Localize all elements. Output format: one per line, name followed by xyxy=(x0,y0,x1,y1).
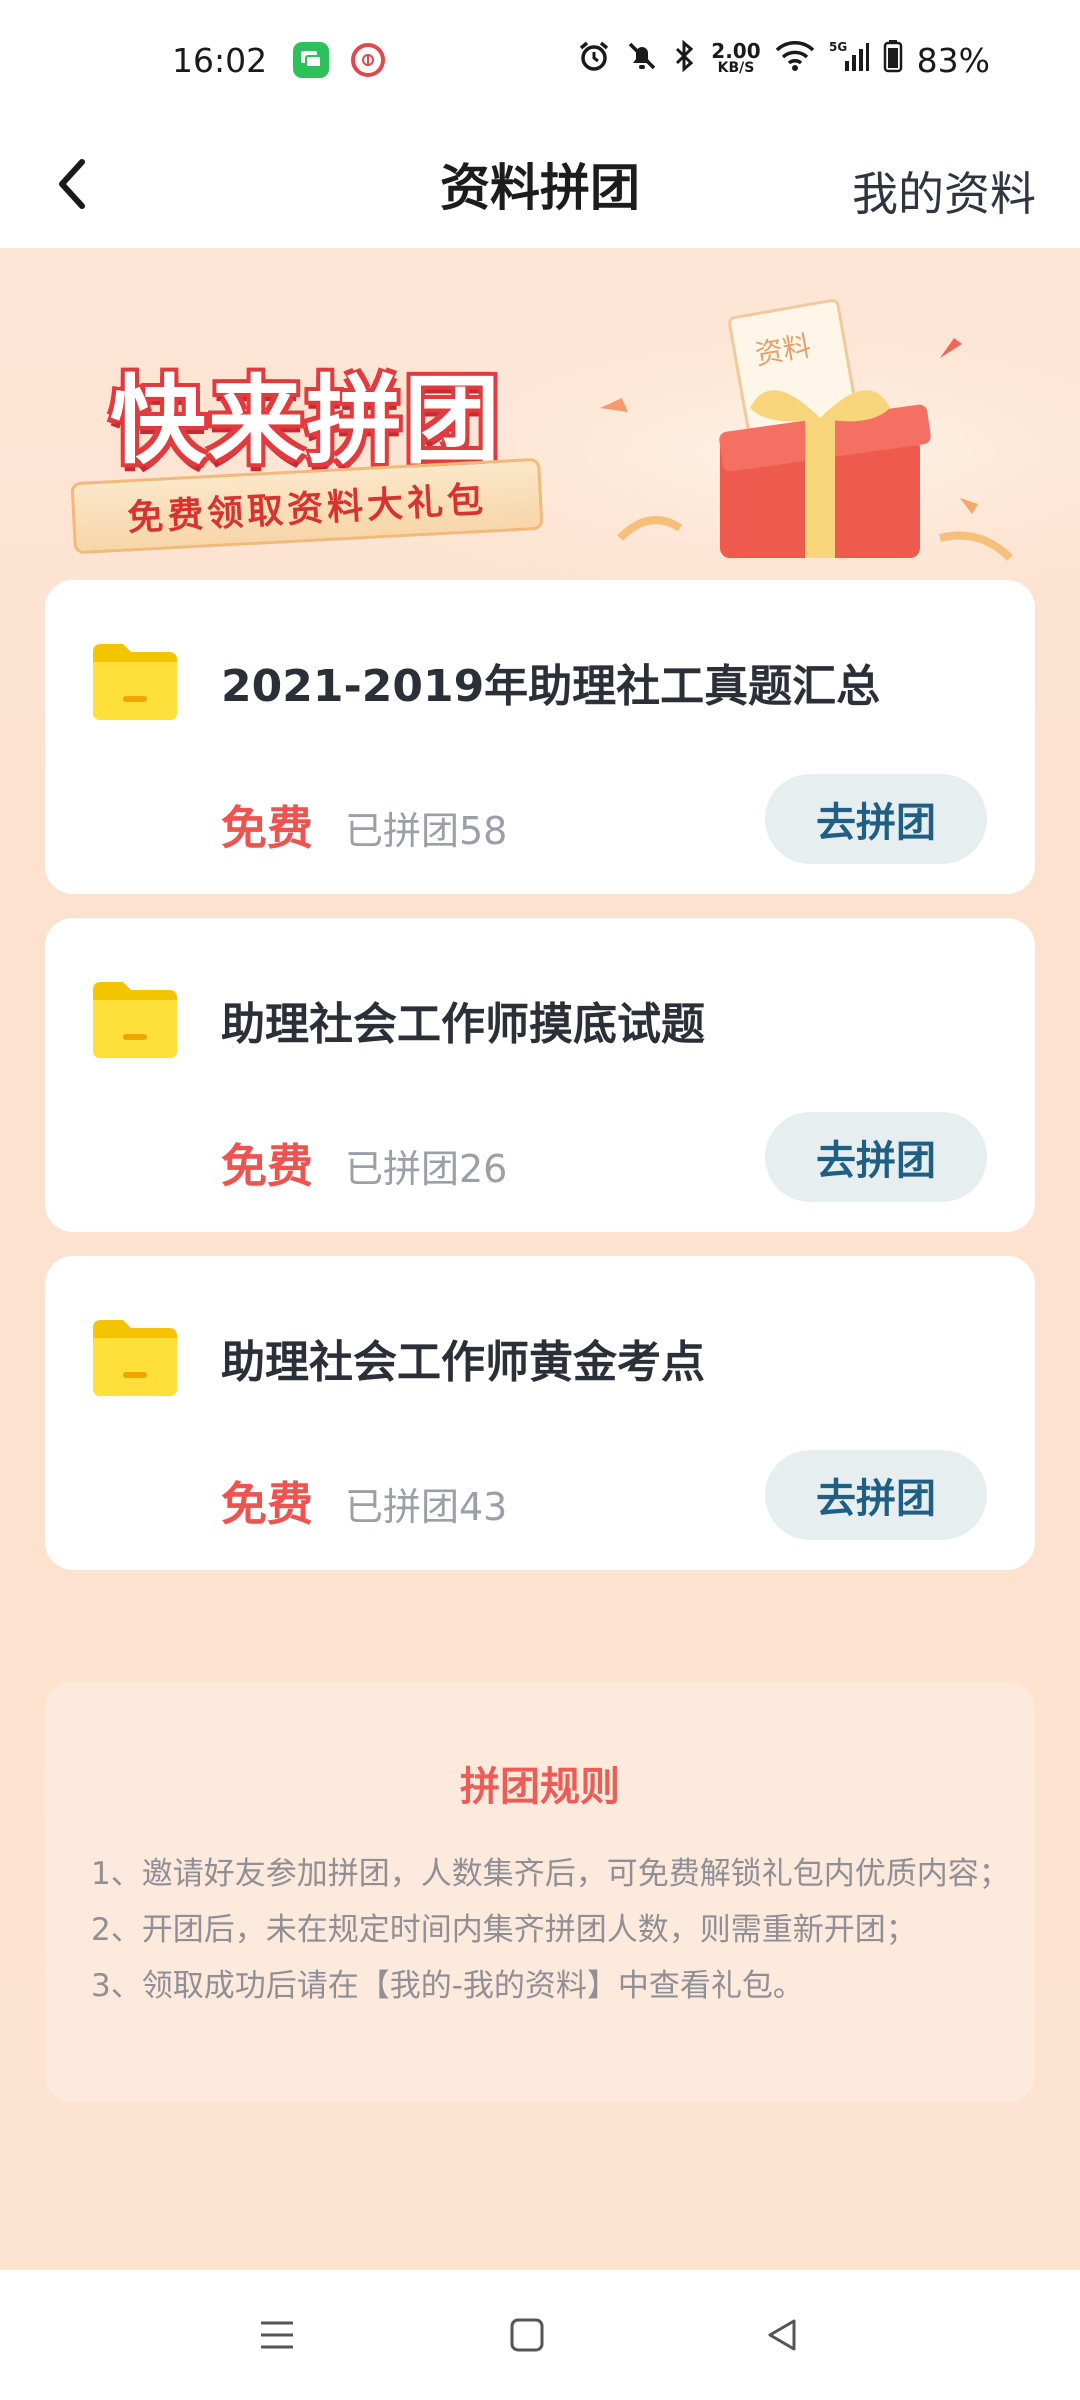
wifi-icon xyxy=(775,40,815,80)
chevron-left-icon xyxy=(59,159,85,209)
net-speed: 2.00 KB/S xyxy=(711,39,761,77)
folder-icon xyxy=(93,1320,177,1396)
bluetooth-icon xyxy=(673,39,697,81)
status-time: 16:02 xyxy=(172,40,268,80)
rule-item: 2、开团后，未在规定时间内集齐拼团人数，则需重新开团； xyxy=(91,1912,917,1948)
back-button[interactable] xyxy=(36,148,108,220)
card-title: 助理社会工作师摸底试题 xyxy=(221,999,705,1050)
signal-5g-icon: 5G xyxy=(829,39,869,81)
price-label: 免费 xyxy=(221,1477,313,1531)
seal-app-icon xyxy=(351,43,386,77)
rules-panel: 拼团规则 1、邀请好友参加拼团，人数集齐后，可免费解锁礼包内优质内容； 2、开团… xyxy=(45,1682,1035,2102)
rules-list: 1、邀请好友参加拼团，人数集齐后，可免费解锁礼包内优质内容； 2、开团后，未在规… xyxy=(91,1852,1011,2020)
card-title: 助理社会工作师黄金考点 xyxy=(221,1337,705,1388)
card-title: 2021-2019年助理社工真题汇总 xyxy=(221,661,881,712)
svg-text:5G: 5G xyxy=(829,40,847,54)
square-icon xyxy=(510,2318,544,2352)
menu-icon xyxy=(261,2321,293,2349)
material-card[interactable]: 2021-2019年助理社工真题汇总 免费 已拼团58 去拼团 xyxy=(45,580,1035,894)
battery-percent: 83% xyxy=(916,40,990,80)
rule-item: 1、邀请好友参加拼团，人数集齐后，可免费解锁礼包内优质内容； xyxy=(91,1856,1010,1892)
material-card[interactable]: 助理社会工作师摸底试题 免费 已拼团26 去拼团 xyxy=(45,918,1035,1232)
promo-banner: 资料 快来拼团 免费领取资料大礼包 xyxy=(0,248,1080,588)
status-icons: 2.00 KB/S 5G 83% xyxy=(577,39,990,81)
page-title: 资料拼团 xyxy=(440,159,640,217)
join-group-button[interactable]: 去拼团 xyxy=(765,1450,987,1540)
group-count: 已拼团43 xyxy=(345,1485,508,1529)
rules-title: 拼团规则 xyxy=(460,1764,620,1810)
battery-icon xyxy=(883,39,903,81)
net-speed-unit: KB/S xyxy=(717,60,755,76)
message-app-icon xyxy=(293,42,330,78)
home-button[interactable] xyxy=(500,2308,554,2362)
price-label: 免费 xyxy=(221,801,313,855)
system-nav-bar xyxy=(0,2270,1080,2400)
menu-button[interactable] xyxy=(250,2308,304,2362)
gift-box-illustration: 资料 xyxy=(719,298,931,558)
group-count: 已拼团58 xyxy=(345,809,508,853)
join-group-button[interactable]: 去拼团 xyxy=(765,774,987,864)
join-group-button[interactable]: 去拼团 xyxy=(765,1112,987,1202)
group-count: 已拼团26 xyxy=(345,1147,508,1191)
price-label: 免费 xyxy=(221,1139,313,1193)
triangle-back-icon xyxy=(768,2319,796,2351)
my-materials-link[interactable]: 我的资料 xyxy=(852,158,1036,224)
net-speed-value: 2.00 xyxy=(711,39,761,63)
material-card[interactable]: 助理社会工作师黄金考点 免费 已拼团43 去拼团 xyxy=(45,1256,1035,1570)
back-nav-button[interactable] xyxy=(755,2308,809,2362)
alarm-icon xyxy=(577,39,611,81)
folder-icon xyxy=(93,644,177,720)
folder-icon xyxy=(93,982,177,1058)
mute-icon xyxy=(625,39,659,81)
status-bar: 16:02 2.00 KB/S 5G 83% xyxy=(0,0,1080,120)
main-content: 资料 快来拼团 免费领取资料大礼包 2021-2019年助理社工真题汇总 免费 … xyxy=(0,248,1080,2270)
nav-bar: 资料拼团 我的资料 xyxy=(0,120,1080,248)
rule-item: 3、领取成功后请在【我的-我的资料】中查看礼包。 xyxy=(91,1968,804,2004)
banner-title: 快来拼团 xyxy=(110,365,502,477)
